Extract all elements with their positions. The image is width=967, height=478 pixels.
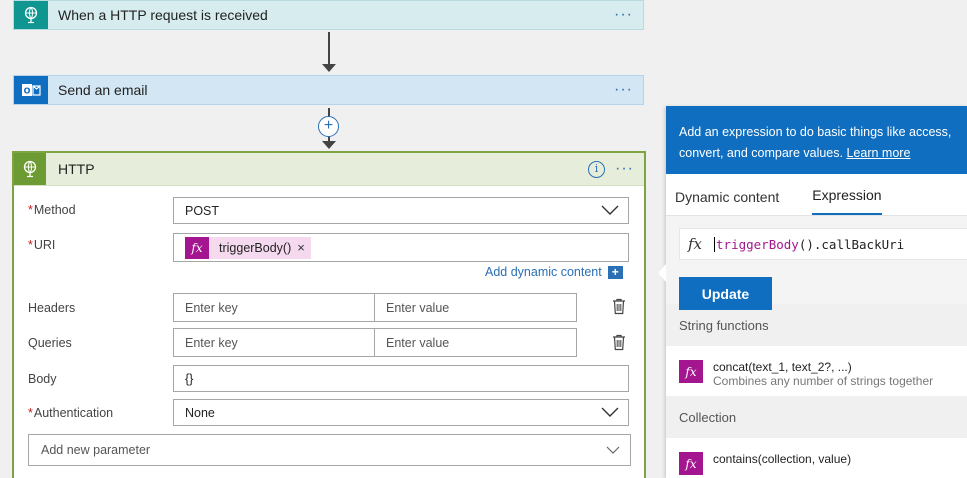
headers-label: Headers xyxy=(28,301,76,315)
connector-arrow xyxy=(322,141,336,149)
queries-value-placeholder: Enter value xyxy=(386,335,450,350)
expression-function: triggerBody xyxy=(716,236,799,252)
method-value: POST xyxy=(185,203,220,218)
method-label: *Method xyxy=(28,203,76,217)
authentication-label: *Authentication xyxy=(28,406,113,420)
send-email-more-menu[interactable]: ··· xyxy=(604,82,643,98)
expression-panel: Add an expression to do basic things lik… xyxy=(658,106,967,478)
add-new-parameter-label: Add new parameter xyxy=(41,443,151,457)
trigger-more-menu[interactable]: ··· xyxy=(604,7,643,23)
headers-value-input[interactable]: Enter value xyxy=(374,293,577,322)
queries-value-input[interactable]: Enter value xyxy=(374,328,577,357)
connector-arrow xyxy=(322,64,336,72)
method-dropdown[interactable]: POST xyxy=(173,197,629,224)
queries-key-input[interactable]: Enter key xyxy=(173,328,375,357)
fx-icon: fx xyxy=(679,360,703,383)
section-collection: Collection xyxy=(666,396,967,438)
body-value: {} xyxy=(185,371,194,386)
required-marker: * xyxy=(28,406,33,420)
send-email-title: Send an email xyxy=(58,82,148,98)
panel-tabs: Dynamic content Expression xyxy=(666,174,967,216)
headers-key-input[interactable]: Enter key xyxy=(173,293,375,322)
headers-value-placeholder: Enter value xyxy=(386,300,450,315)
function-item-contains[interactable]: fx contains(collection, value) xyxy=(666,438,967,478)
body-input[interactable]: {} xyxy=(173,365,629,392)
uri-label: *URI xyxy=(28,238,55,252)
panel-description-line-1: Add an expression to do basic things lik… xyxy=(679,125,952,139)
delete-row-icon[interactable] xyxy=(611,298,627,315)
expression-parens: () xyxy=(798,236,814,252)
remove-token-icon[interactable]: × xyxy=(297,240,311,255)
required-marker: * xyxy=(28,203,33,217)
section-string-functions: String functions xyxy=(666,304,967,346)
svg-text:O: O xyxy=(24,87,31,96)
http-request-icon xyxy=(14,1,48,29)
expression-token[interactable]: fx triggerBody() × xyxy=(185,236,311,259)
add-dynamic-content-link[interactable]: Add dynamic content + xyxy=(485,265,623,279)
delete-row-icon[interactable] xyxy=(611,334,627,351)
learn-more-link[interactable]: Learn more xyxy=(846,146,910,160)
function-name: concat(text_1, text_2?, ...) xyxy=(713,360,852,374)
chevron-down-icon xyxy=(606,446,620,454)
connector-line xyxy=(328,32,330,68)
uri-label-text: URI xyxy=(33,238,56,252)
uri-input[interactable]: fx triggerBody() × xyxy=(173,233,629,262)
insert-step-button[interactable]: + xyxy=(318,116,339,137)
fx-icon: fx xyxy=(185,236,209,259)
method-label-text: Method xyxy=(33,203,76,217)
authentication-value: None xyxy=(185,405,215,420)
http-action-header[interactable]: HTTP i ··· xyxy=(14,153,644,186)
add-dynamic-content-icon: + xyxy=(607,265,623,279)
expression-text: triggerBody().callBackUri xyxy=(714,236,905,252)
add-new-parameter-dropdown[interactable]: Add new parameter xyxy=(28,434,631,466)
add-dynamic-content-label: Add dynamic content xyxy=(485,265,602,279)
chevron-down-icon xyxy=(601,205,619,215)
headers-key-placeholder: Enter key xyxy=(185,300,238,315)
outlook-icon: O xyxy=(14,76,48,104)
http-icon xyxy=(14,153,46,185)
info-icon[interactable]: i xyxy=(588,160,606,178)
authentication-dropdown[interactable]: None xyxy=(173,399,629,426)
function-item-concat[interactable]: fx concat(text_1, text_2?, ...) Combines… xyxy=(666,346,967,396)
expression-editor-area: fx triggerBody().callBackUri Update xyxy=(666,216,967,310)
panel-pointer xyxy=(658,264,666,282)
send-email-card[interactable]: O Send an email ··· xyxy=(13,75,644,105)
tab-dynamic-content[interactable]: Dynamic content xyxy=(675,189,779,215)
fx-icon: fx xyxy=(679,452,703,475)
http-action-more-menu[interactable]: ··· xyxy=(605,161,644,177)
chevron-down-icon xyxy=(601,407,619,417)
expression-property: .callBackUri xyxy=(813,236,905,252)
expression-input[interactable]: fx triggerBody().callBackUri xyxy=(679,228,967,260)
authentication-label-text: Authentication xyxy=(33,406,114,420)
tab-expression[interactable]: Expression xyxy=(812,187,882,215)
fx-icon: fx xyxy=(688,235,703,253)
queries-label: Queries xyxy=(28,336,72,350)
body-label: Body xyxy=(28,372,57,386)
function-description: Combines any number of strings together xyxy=(713,374,934,388)
http-action-title: HTTP xyxy=(58,161,95,177)
panel-description-line-2: convert, and compare values. xyxy=(679,146,843,160)
http-action-card: HTTP i ··· *Method POST *URI fx triggerB… xyxy=(12,151,646,478)
expression-panel-header: Add an expression to do basic things lik… xyxy=(666,106,967,174)
update-button[interactable]: Update xyxy=(679,277,772,310)
function-name: contains(collection, value) xyxy=(713,452,852,466)
queries-key-placeholder: Enter key xyxy=(185,335,238,350)
required-marker: * xyxy=(28,238,33,252)
token-label: triggerBody() xyxy=(219,240,292,255)
trigger-title: When a HTTP request is received xyxy=(58,7,268,23)
trigger-card[interactable]: When a HTTP request is received ··· xyxy=(13,0,644,30)
